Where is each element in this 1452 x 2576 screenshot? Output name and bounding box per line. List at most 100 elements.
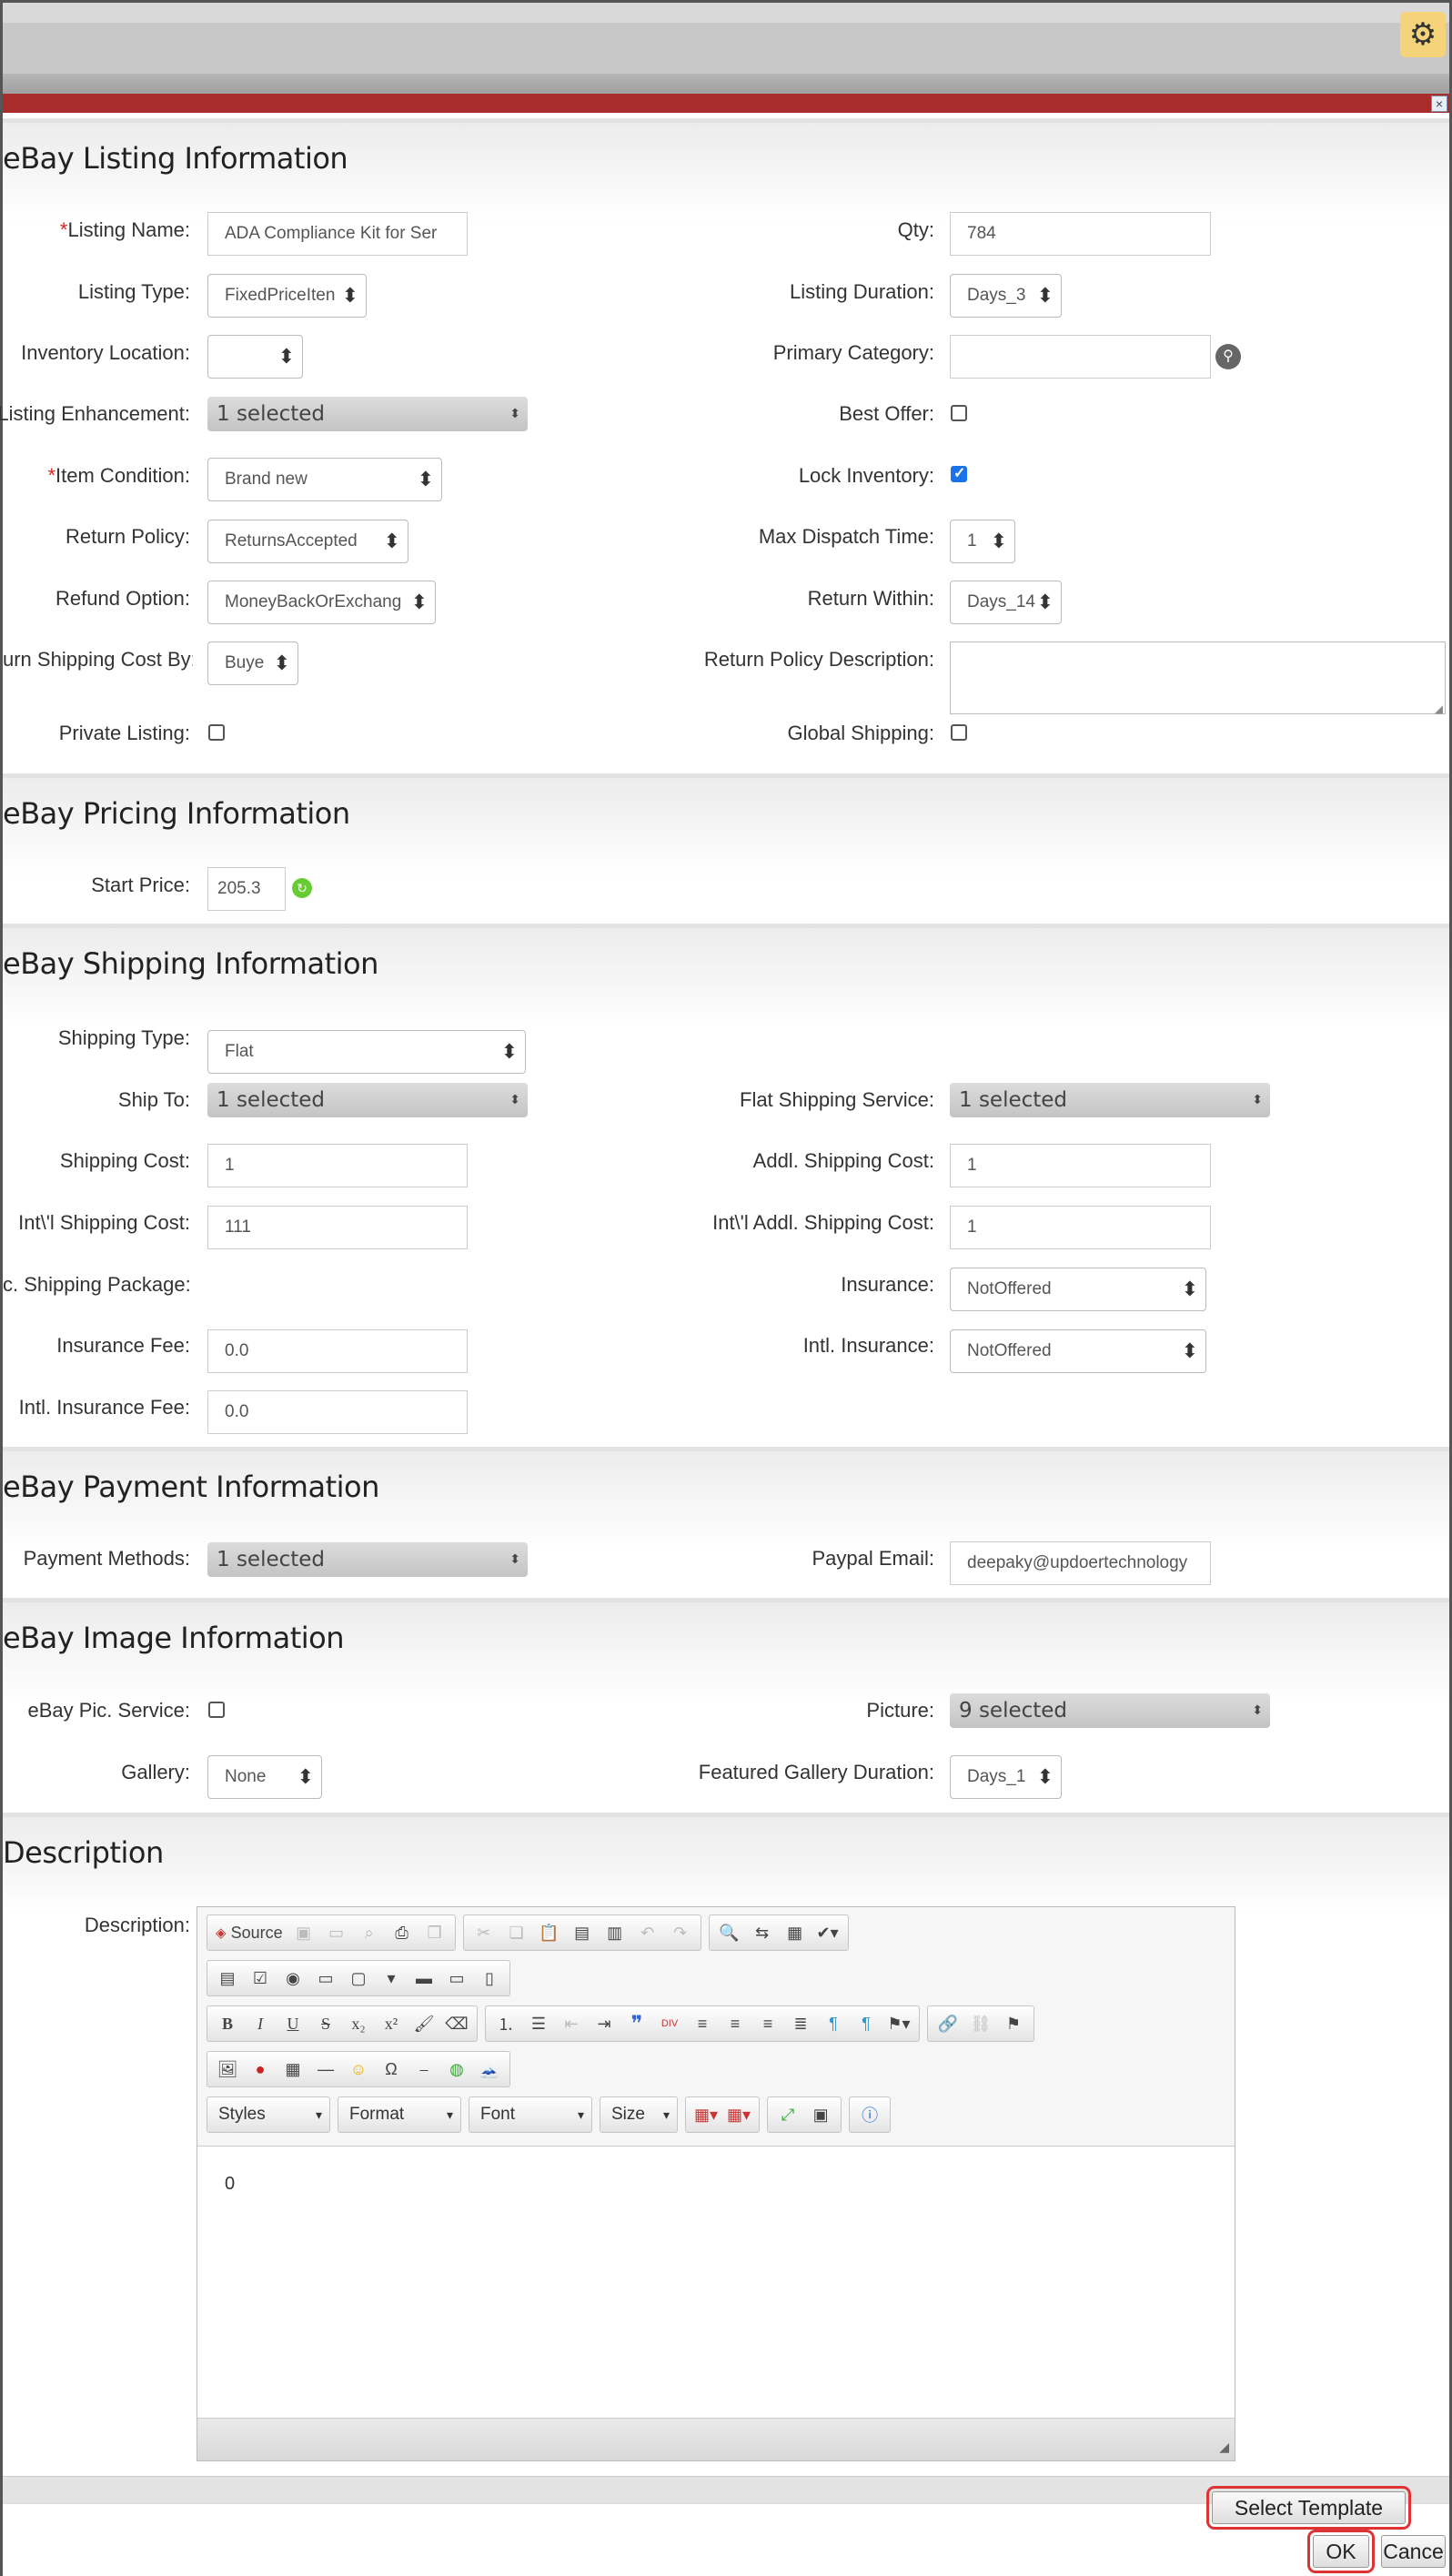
intl-insurance-select[interactable]: NotOffered	[950, 1329, 1206, 1373]
styles-dropdown[interactable]: Styles	[207, 2096, 330, 2133]
best-offer-checkbox[interactable]	[951, 405, 967, 421]
size-dropdown[interactable]: Size	[600, 2096, 678, 2133]
insurance-fee-input[interactable]: 0.0	[207, 1329, 468, 1373]
flat-service-multiselect[interactable]: 1 selected	[950, 1083, 1270, 1117]
return-policy-desc-textarea[interactable]	[950, 641, 1446, 715]
insurance-select[interactable]: NotOffered	[950, 1268, 1206, 1311]
form-icon[interactable]: ▤	[212, 1964, 243, 1993]
link-icon[interactable]: 🔗	[933, 2009, 963, 2038]
close-icon[interactable]: ×	[1431, 96, 1447, 112]
bulleted-list-icon[interactable]: ☰	[523, 2009, 554, 2038]
templates-icon[interactable]: ❐	[419, 1918, 450, 1947]
indent-icon[interactable]: ⇥	[589, 2009, 620, 2038]
align-right-icon[interactable]: ≡	[752, 2009, 783, 2038]
image-icon[interactable]: 🖼	[212, 2055, 243, 2084]
picture-multiselect[interactable]: 9 selected	[950, 1693, 1270, 1728]
strike-icon[interactable]: S	[310, 2009, 341, 2038]
cut-icon[interactable]: ✂	[469, 1918, 499, 1947]
div-icon[interactable]: DIV	[654, 2009, 685, 2038]
language-icon[interactable]: ⚑▾	[883, 2009, 914, 2038]
align-left-icon[interactable]: ≡	[687, 2009, 718, 2038]
return-shipping-select[interactable]: Buye	[207, 641, 298, 685]
paste-icon[interactable]: 📋	[534, 1918, 565, 1947]
hidden-field-icon[interactable]: ▯	[474, 1964, 505, 1993]
select-all-icon[interactable]: ▦	[780, 1918, 811, 1947]
ok-button[interactable]: OK	[1307, 2530, 1375, 2573]
listing-duration-select[interactable]: Days_3	[950, 274, 1062, 318]
unlink-icon[interactable]: ⛓	[965, 2009, 996, 2038]
refund-option-select[interactable]: MoneyBackOrExchang	[207, 581, 436, 624]
show-blocks-icon[interactable]: ▣	[805, 2100, 836, 2129]
rtl-icon[interactable]: ¶	[851, 2009, 882, 2038]
source-button[interactable]: ◈ Source	[212, 1918, 287, 1947]
paste-text-icon[interactable]: ▤	[567, 1918, 598, 1947]
textarea-icon[interactable]: ▢	[343, 1964, 374, 1993]
numbered-list-icon[interactable]: ⒈	[490, 2009, 521, 2038]
ship-to-multiselect[interactable]: 1 selected	[207, 1083, 528, 1117]
inventory-location-select[interactable]	[207, 335, 303, 379]
ltr-icon[interactable]: ¶	[818, 2009, 849, 2038]
global-shipping-checkbox[interactable]	[951, 724, 967, 741]
qty-input[interactable]: 784	[950, 212, 1211, 256]
picture-icon[interactable]: 🗻	[474, 2055, 505, 2084]
button-icon[interactable]: ▬	[408, 1964, 439, 1993]
superscript-icon[interactable]: x²	[376, 2009, 407, 2038]
flash-icon[interactable]: ●	[245, 2055, 276, 2084]
primary-category-input[interactable]	[950, 335, 1211, 379]
iframe-icon[interactable]: ◍	[441, 2055, 472, 2084]
brush-icon[interactable]: 🖌	[408, 2009, 439, 2038]
redo-icon[interactable]: ↷	[665, 1918, 696, 1947]
page-break-icon[interactable]: ⎯	[408, 2055, 439, 2084]
select-icon[interactable]: ▾	[376, 1964, 407, 1993]
listing-enhancement-multiselect[interactable]: 1 selected	[207, 397, 528, 431]
private-listing-checkbox[interactable]	[208, 724, 225, 741]
smiley-icon[interactable]: ☺	[343, 2055, 374, 2084]
format-dropdown[interactable]: Format	[338, 2096, 461, 2133]
bold-icon[interactable]: B	[212, 2009, 243, 2038]
save-icon[interactable]: ▣	[288, 1918, 319, 1947]
underline-icon[interactable]: U	[277, 2009, 308, 2038]
find-icon[interactable]: 🔍	[714, 1918, 745, 1947]
item-condition-select[interactable]: Brand new	[207, 458, 442, 501]
preview-icon[interactable]: ⌕	[354, 1918, 385, 1947]
paste-word-icon[interactable]: ▥	[600, 1918, 630, 1947]
select-template-button[interactable]: Select Template	[1206, 2486, 1411, 2530]
start-price-input[interactable]: 205.3	[207, 867, 286, 911]
refresh-icon[interactable]: ↻	[292, 878, 312, 898]
featured-duration-select[interactable]: Days_1	[950, 1755, 1062, 1799]
payment-methods-multiselect[interactable]: 1 selected	[207, 1542, 528, 1577]
gallery-select[interactable]: None	[207, 1755, 322, 1799]
search-icon[interactable]: ⚲	[1215, 344, 1241, 369]
shipping-cost-input[interactable]: 1	[207, 1144, 468, 1187]
intl-cost-input[interactable]: 111	[207, 1206, 468, 1249]
print-icon[interactable]: ⎙	[387, 1918, 418, 1947]
textfield-icon[interactable]: ▭	[310, 1964, 341, 1993]
info-icon[interactable]: ⓘ	[854, 2100, 885, 2129]
return-within-select[interactable]: Days_14	[950, 581, 1062, 624]
radio-icon[interactable]: ◉	[277, 1964, 308, 1993]
blockquote-icon[interactable]: ❞	[621, 2009, 652, 2038]
listing-type-select[interactable]: FixedPriceIten	[207, 274, 367, 318]
intl-insurance-fee-input[interactable]: 0.0	[207, 1390, 468, 1434]
cancel-button[interactable]: Cance	[1381, 2535, 1446, 2568]
shipping-type-select[interactable]: Flat	[207, 1030, 526, 1074]
anchor-icon[interactable]: ⚑	[998, 2009, 1029, 2038]
intl-addl-cost-input[interactable]: 1	[950, 1206, 1211, 1249]
undo-icon[interactable]: ↶	[632, 1918, 663, 1947]
special-char-icon[interactable]: Ω	[376, 2055, 407, 2084]
horizontal-line-icon[interactable]: ―	[310, 2055, 341, 2084]
gear-icon[interactable]: ⚙	[1400, 12, 1446, 57]
subscript-icon[interactable]: x₂	[343, 2009, 374, 2038]
remove-format-icon[interactable]: ⌫	[441, 2009, 472, 2038]
new-page-icon[interactable]: ▭	[321, 1918, 352, 1947]
replace-icon[interactable]: ⇆	[747, 1918, 778, 1947]
maximize-icon[interactable]: ⤢	[772, 2100, 803, 2129]
spellcheck-icon[interactable]: ✔▾	[812, 1918, 843, 1947]
checkbox-icon[interactable]: ☑	[245, 1964, 276, 1993]
justify-icon[interactable]: ≣	[785, 2009, 816, 2038]
pic-service-checkbox[interactable]	[208, 1702, 225, 1718]
max-dispatch-select[interactable]: 1	[950, 520, 1015, 563]
listing-name-input[interactable]: ADA Compliance Kit for Ser	[207, 212, 468, 256]
copy-icon[interactable]: ❏	[501, 1918, 532, 1947]
paypal-email-input[interactable]: deepaky@updoertechnology	[950, 1541, 1211, 1585]
